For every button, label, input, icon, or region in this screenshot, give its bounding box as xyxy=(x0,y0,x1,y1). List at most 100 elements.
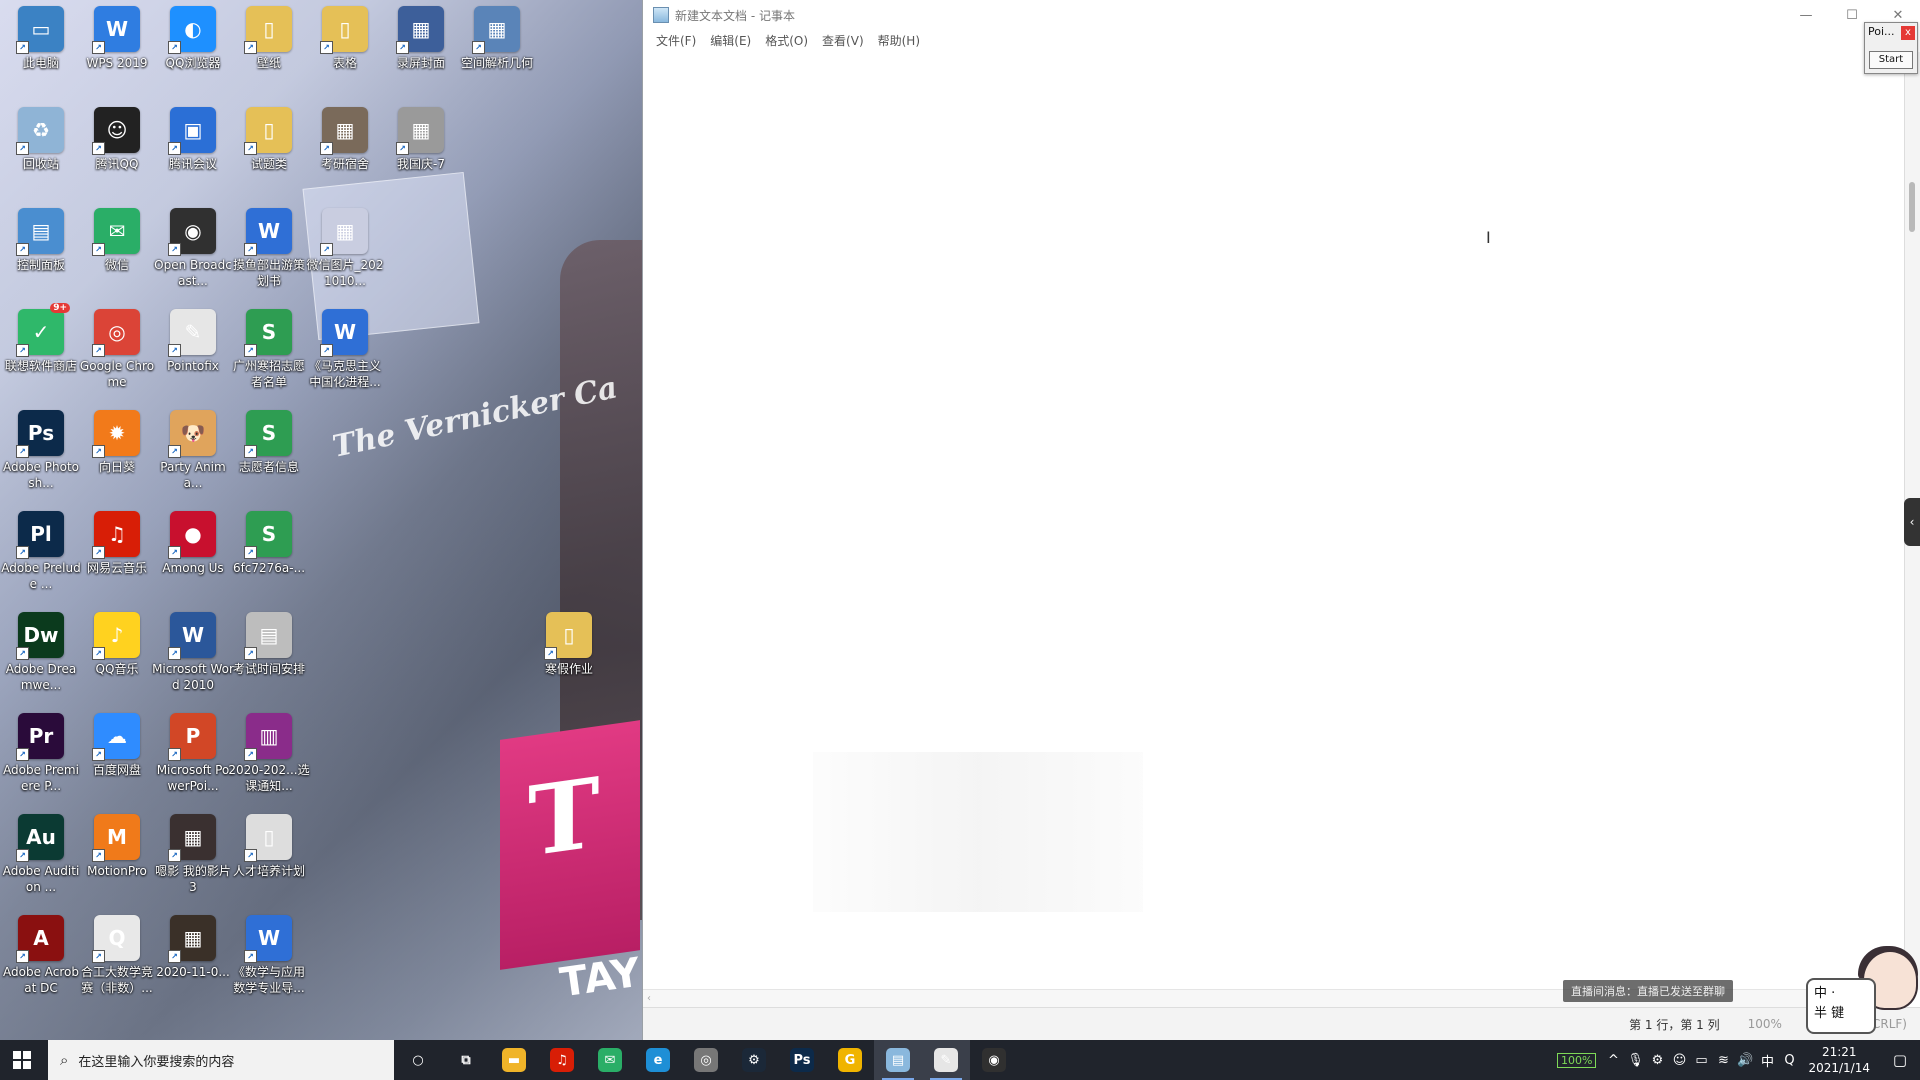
system-clock[interactable]: 21:21 2021/1/14 xyxy=(1808,1044,1870,1076)
desktop-icon[interactable]: ▦ ↗ 2020-11-0... xyxy=(152,909,234,980)
taskbar-app-wechat[interactable]: ✉ xyxy=(586,1040,634,1080)
desktop-icon[interactable]: ● ↗ Among Us xyxy=(152,505,234,576)
desktop-icon[interactable]: ▦ ↗ 考研宿舍 xyxy=(304,101,386,172)
desktop-icon[interactable]: ▦ ↗ 嗯影 我的影片3 xyxy=(152,808,234,895)
battery-icon[interactable]: ▭ xyxy=(1690,1053,1712,1068)
window-title: 新建文本文档 - 记事本 xyxy=(675,8,795,23)
desktop-icon[interactable]: Pl ↗ Adobe Prelude ... xyxy=(0,505,82,592)
desktop-icon[interactable]: ▭ ↗ 此电脑 xyxy=(0,0,82,71)
desktop-icon[interactable]: ▦ ↗ 录屏封面 xyxy=(380,0,462,71)
desktop-icon[interactable]: W ↗ 摸鱼部出游策划书 xyxy=(228,202,310,289)
desktop-icon[interactable]: Pr ↗ Adobe Premiere P... xyxy=(0,707,82,794)
notification-center-icon[interactable]: ▢ xyxy=(1880,1051,1920,1069)
desktop-icon-label: QQ浏览器 xyxy=(165,56,221,70)
desktop-icon[interactable]: ☁ ↗ 百度网盘 xyxy=(76,707,158,778)
taskbar-app-g-app[interactable]: G xyxy=(826,1040,874,1080)
qq-tray-icon[interactable]: ☺ xyxy=(1668,1053,1690,1068)
desktop-icon[interactable]: ▯ ↗ 试题类 xyxy=(228,101,310,172)
desktop-icon[interactable]: ♻ ↗ 回收站 xyxy=(0,101,82,172)
desktop-icon[interactable]: Q ↗ 合工大数学竞赛（非数）... xyxy=(76,909,158,996)
desktop-icon[interactable]: ◉ ↗ Open Broadcast... xyxy=(152,202,234,289)
desktop-icon[interactable]: ▯ ↗ 寒假作业 xyxy=(528,606,610,677)
battery-indicator[interactable]: 100% xyxy=(1557,1052,1597,1068)
menu-help[interactable]: 帮助(H) xyxy=(871,30,927,52)
desktop-icon[interactable]: ▦ ↗ 微信图片_2021010... xyxy=(304,202,386,289)
desktop-icon[interactable]: ▤ ↗ 控制面板 xyxy=(0,202,82,273)
taskbar-app-pointofix[interactable]: ✎ xyxy=(922,1040,970,1080)
text-editor-area[interactable]: I xyxy=(643,52,1905,990)
desktop-icon[interactable]: ▤ ↗ 考试时间安排 xyxy=(228,606,310,677)
desktop-icon[interactable]: ▯ ↗ 表格 xyxy=(304,0,386,71)
desktop-icon[interactable]: ▥ ↗ 2020-202...选课通知... xyxy=(228,707,310,794)
steam-tray-icon[interactable]: ⚙ xyxy=(1646,1053,1668,1068)
desktop-icon[interactable]: P ↗ Microsoft PowerPoi... xyxy=(152,707,234,794)
volume-icon[interactable]: 🔊 xyxy=(1734,1053,1756,1068)
taskbar-app-task-view[interactable]: ⧉ xyxy=(442,1040,490,1080)
desktop-icon[interactable]: W ↗ Microsoft Word 2010 xyxy=(152,606,234,693)
desktop-icon-label: 录屏封面 xyxy=(396,56,445,70)
menu-view[interactable]: 查看(V) xyxy=(815,30,871,52)
desktop-icon[interactable]: ♫ ↗ 网易云音乐 xyxy=(76,505,158,576)
taskbar-app-edge[interactable]: e xyxy=(634,1040,682,1080)
ime-tray-icon[interactable]: 中 xyxy=(1756,1051,1778,1070)
shortcut-arrow-icon: ↗ xyxy=(92,344,105,357)
desktop-icon[interactable]: W ↗ WPS 2019 xyxy=(76,0,158,71)
taskbar-app-cortana[interactable]: ○ xyxy=(394,1040,442,1080)
ime-status-board[interactable]: 中 · 半 键 xyxy=(1806,978,1876,1034)
desktop-icon[interactable]: ✹ ↗ 向日葵 xyxy=(76,404,158,475)
side-panel-toggle[interactable]: ‹ xyxy=(1904,498,1920,546)
desktop-icon[interactable]: ◎ ↗ Google Chrome xyxy=(76,303,158,390)
desktop-icon[interactable]: 🐶 ↗ Party Anima... xyxy=(152,404,234,491)
desktop-icon[interactable]: M ↗ MotionPro xyxy=(76,808,158,879)
desktop-icon[interactable]: W ↗ 《数学与应用数学专业导... xyxy=(228,909,310,996)
desktop-icon[interactable]: S ↗ 广州寒招志愿者名单 xyxy=(228,303,310,390)
wifi-icon[interactable]: ≋ xyxy=(1712,1053,1734,1068)
pointofix-start-button[interactable]: Start xyxy=(1869,51,1913,69)
desktop-icon[interactable]: ▦ ↗ 我国庆-7 xyxy=(380,101,462,172)
menu-file[interactable]: 文件(F) xyxy=(649,30,703,52)
desktop-icon[interactable]: ▯ ↗ 壁纸 xyxy=(228,0,310,71)
desktop-icon[interactable]: ☺ ↗ 腾讯QQ xyxy=(76,101,158,172)
desktop-icon[interactable]: S ↗ 志愿者信息 xyxy=(228,404,310,475)
minimize-button[interactable]: — xyxy=(1783,0,1829,30)
desktop-icon[interactable]: ♪ ↗ QQ音乐 xyxy=(76,606,158,677)
taskbar-app-notepad[interactable]: ▤ xyxy=(874,1040,922,1080)
taskbar-app-netease-music[interactable]: ♫ xyxy=(538,1040,586,1080)
shortcut-arrow-icon: ↗ xyxy=(244,950,257,963)
desktop-icon[interactable]: S ↗ 6fc7276a-... xyxy=(228,505,310,576)
desktop-icon[interactable]: ▣ ↗ 腾讯会议 xyxy=(152,101,234,172)
desktop-icon[interactable]: ◐ ↗ QQ浏览器 xyxy=(152,0,234,71)
notepad-titlebar[interactable]: 新建文本文档 - 记事本 xyxy=(643,0,1920,30)
desktop-icon[interactable]: Dw ↗ Adobe Dreamwe... xyxy=(0,606,82,693)
shortcut-arrow-icon: ↗ xyxy=(244,344,257,357)
qq-browser-tray-icon[interactable]: Q xyxy=(1778,1053,1800,1068)
taskbar-app-photoshop[interactable]: Ps xyxy=(778,1040,826,1080)
notepad-window[interactable]: 新建文本文档 - 记事本 — ☐ ✕ 文件(F) 编辑(E) 格式(O) 查看(… xyxy=(642,0,1920,1040)
menu-edit[interactable]: 编辑(E) xyxy=(703,30,758,52)
pointofix-close-button[interactable]: x xyxy=(1901,26,1915,40)
taskbar-app-obs[interactable]: ◉ xyxy=(970,1040,1018,1080)
desktop-icon[interactable]: ✎ ↗ Pointofix xyxy=(152,303,234,374)
taskbar-app-steam[interactable]: ⚙ xyxy=(730,1040,778,1080)
desktop-icon[interactable]: ✉ ↗ 微信 xyxy=(76,202,158,273)
start-button[interactable] xyxy=(0,1040,44,1080)
desktop-icon[interactable]: W ↗ 《马克思主义中国化进程... xyxy=(304,303,386,390)
desktop-icon[interactable]: A ↗ Adobe Acrobat DC xyxy=(0,909,82,996)
taskbar-app-overwatch[interactable]: ◎ xyxy=(682,1040,730,1080)
desktop-icon[interactable]: ▯ ↗ 人才培养计划 xyxy=(228,808,310,879)
microphone-icon[interactable]: 🎙 xyxy=(1624,1053,1646,1068)
scroll-left-icon[interactable]: ‹ xyxy=(647,993,651,1004)
show-hidden-icons[interactable]: ^ xyxy=(1602,1053,1624,1068)
taskbar-search-box[interactable]: ⌕ 在这里输入你要搜索的内容 xyxy=(48,1040,394,1080)
scrollbar-thumb[interactable] xyxy=(1909,182,1915,232)
desktop-icon[interactable]: Ps ↗ Adobe Photosh... xyxy=(0,404,82,491)
pointofix-widget[interactable]: Poi... x Start xyxy=(1864,22,1918,74)
desktop-icon[interactable]: ▦ ↗ 空间解析几何 xyxy=(456,0,538,71)
desktop[interactable]: The Vernicker Ca T TAY ▭ ↗ 此电脑 W ↗ WPS 2019 ◐ ↗… xyxy=(0,0,642,1040)
desktop-icon[interactable]: ✓ ↗ 9+ 联想软件商店 xyxy=(0,303,82,374)
menu-format[interactable]: 格式(O) xyxy=(758,30,815,52)
clock-date: 2021/1/14 xyxy=(1808,1061,1870,1075)
taskbar-app-file-explorer[interactable]: ▬ xyxy=(490,1040,538,1080)
desktop-icon[interactable]: Au ↗ Adobe Audition ... xyxy=(0,808,82,895)
ime-mascot-widget[interactable]: 中 · 半 键 xyxy=(1806,946,1918,1038)
